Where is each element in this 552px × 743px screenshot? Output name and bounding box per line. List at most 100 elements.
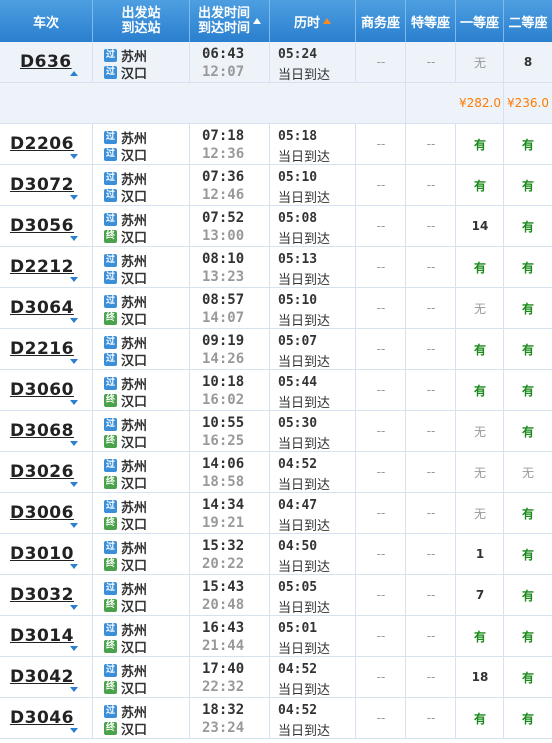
- table-row[interactable]: D3068 过苏州终汉口 10:55 16:25 05:30 当日到达 -- -- 无有: [0, 411, 552, 452]
- expand-icon[interactable]: [70, 687, 78, 692]
- expand-icon[interactable]: [70, 605, 78, 610]
- train-number-link[interactable]: D3006: [10, 503, 74, 523]
- header-duration-sort[interactable]: 历时: [270, 0, 356, 42]
- seat-second[interactable]: 有: [504, 698, 552, 738]
- seat-first[interactable]: 1: [456, 534, 504, 574]
- price-first: ¥282.0: [459, 96, 501, 110]
- train-number-link[interactable]: D3010: [10, 544, 74, 564]
- seat-second[interactable]: 有: [504, 329, 552, 369]
- seat-first[interactable]: 7: [456, 575, 504, 615]
- departure-time: 16:43: [202, 620, 245, 636]
- seat-second[interactable]: 有: [504, 206, 552, 246]
- seat-second[interactable]: 有: [504, 616, 552, 656]
- seat-second[interactable]: 有: [504, 124, 552, 164]
- table-row[interactable]: D3032 过苏州终汉口 15:43 20:48 05:05 当日到达 -- -- 7 有: [0, 575, 552, 616]
- expand-icon[interactable]: [70, 482, 78, 487]
- expand-icon[interactable]: [70, 523, 78, 528]
- table-row[interactable]: D3042 过苏州终汉口 17:40 22:32 04:52 当日到达 -- -- 18 有: [0, 657, 552, 698]
- table-row[interactable]: D3010 过苏州终汉口 15:32 20:22 04:50 当日到达 -- -- 1 有: [0, 534, 552, 575]
- expand-icon[interactable]: [70, 359, 78, 364]
- arrival-time: 19:21: [202, 515, 245, 531]
- expand-icon[interactable]: [70, 195, 78, 200]
- header-second: 二等座: [504, 0, 552, 42]
- seat-second[interactable]: 有: [504, 575, 552, 615]
- to-station: 终汉口: [104, 391, 147, 410]
- duration: 05:30: [278, 416, 318, 431]
- table-row[interactable]: D3072 过苏州过汉口 07:36 12:46 05:10 当日到达 -- -- 有有: [0, 165, 552, 206]
- seat-first: 无: [473, 424, 486, 439]
- table-row[interactable]: D3064 过苏州终汉口 08:57 14:07 05:10 当日到达 -- -- 无有: [0, 288, 552, 329]
- seat-second[interactable]: 有: [504, 534, 552, 574]
- seat-first[interactable]: 有: [456, 124, 504, 164]
- seat-second[interactable]: 有: [504, 411, 552, 451]
- train-number-link[interactable]: D3042: [10, 667, 74, 687]
- table-row[interactable]: D3026 过苏州终汉口 14:06 18:58 04:52 当日到达 -- -- 无无: [0, 452, 552, 493]
- train-number-link[interactable]: D3014: [10, 626, 74, 646]
- to-station-name: 汉口: [121, 313, 148, 328]
- arrive-note: 当日到达: [278, 519, 331, 534]
- header-time-sort[interactable]: 出发时间 到达时间: [190, 0, 270, 42]
- train-number-link[interactable]: D2212: [10, 257, 74, 277]
- departure-time: 14:34: [202, 497, 245, 513]
- expand-icon[interactable]: [70, 318, 78, 323]
- expand-icon[interactable]: [70, 564, 78, 569]
- header-special-label: 特等座: [410, 15, 450, 31]
- duration: 05:18: [278, 129, 318, 144]
- terminal-station-icon: 终: [104, 517, 117, 530]
- expand-icon[interactable]: [70, 154, 78, 159]
- train-number-link[interactable]: D3056: [10, 216, 74, 236]
- train-number-link[interactable]: D636: [20, 52, 72, 72]
- seat-second: 无: [521, 465, 534, 480]
- expand-icon[interactable]: [70, 728, 78, 733]
- seat-first[interactable]: 有: [456, 698, 504, 738]
- seat-first[interactable]: 18: [456, 657, 504, 697]
- table-row[interactable]: D2216 过苏州过汉口 09:19 14:26 05:07 当日到达 -- -- 有有: [0, 329, 552, 370]
- seat-first[interactable]: 有: [456, 370, 504, 410]
- train-number-link[interactable]: D2206: [10, 134, 74, 154]
- seat-second[interactable]: 有: [504, 288, 552, 328]
- table-row[interactable]: D3060 过苏州终汉口 10:18 16:02 05:44 当日到达 -- -- 有有: [0, 370, 552, 411]
- table-row[interactable]: D2212 过苏州过汉口 08:10 13:23 05:13 当日到达 -- -- 有有: [0, 247, 552, 288]
- expand-icon[interactable]: [70, 646, 78, 651]
- pass-station-icon: 过: [104, 353, 117, 366]
- seat-first[interactable]: 14: [456, 206, 504, 246]
- train-number-link[interactable]: D3064: [10, 298, 74, 318]
- seat-business: --: [376, 301, 386, 315]
- header-business-label: 商务座: [360, 15, 400, 31]
- train-number-link[interactable]: D3046: [10, 708, 74, 728]
- train-number-link[interactable]: D3072: [10, 175, 74, 195]
- collapse-icon[interactable]: [70, 71, 78, 76]
- table-row[interactable]: D3014 过苏州终汉口 16:43 21:44 05:01 当日到达 -- -- 有有: [0, 616, 552, 657]
- seat-second[interactable]: 8: [504, 42, 552, 82]
- arrive-note: 当日到达: [278, 273, 331, 288]
- seat-first[interactable]: 有: [456, 616, 504, 656]
- seat-second[interactable]: 有: [504, 165, 552, 205]
- seat-second[interactable]: 有: [504, 657, 552, 697]
- train-number-link[interactable]: D2216: [10, 339, 74, 359]
- terminal-station-icon: 终: [104, 230, 117, 243]
- train-number-link[interactable]: D3060: [10, 380, 74, 400]
- seat-first[interactable]: 有: [456, 247, 504, 287]
- expand-icon[interactable]: [70, 236, 78, 241]
- train-number-link[interactable]: D3032: [10, 585, 74, 605]
- seat-second[interactable]: 有: [504, 370, 552, 410]
- arrive-note: 当日到达: [278, 601, 331, 616]
- duration: 05:44: [278, 375, 318, 390]
- seat-business: --: [376, 465, 386, 479]
- seat-second[interactable]: 有: [504, 247, 552, 287]
- seat-first[interactable]: 有: [456, 329, 504, 369]
- table-row[interactable]: D3006 过苏州终汉口 14:34 19:21 04:47 当日到达 -- -- 无有: [0, 493, 552, 534]
- expand-icon[interactable]: [70, 400, 78, 405]
- table-row[interactable]: D3056 过苏州终汉口 07:52 13:00 05:08 当日到达 -- -- 14 有: [0, 206, 552, 247]
- seat-first[interactable]: 有: [456, 165, 504, 205]
- table-row[interactable]: D3046 过苏州终汉口 18:32 23:24 04:52 当日到达 -- -- 有有: [0, 698, 552, 739]
- table-row[interactable]: D636 过苏州过汉口 06:43 12:07 05:24 当日到达 -- -- 无 8: [0, 42, 552, 83]
- seat-second[interactable]: 有: [504, 493, 552, 533]
- to-station-name: 汉口: [121, 641, 148, 656]
- train-number-link[interactable]: D3068: [10, 421, 74, 441]
- expand-icon[interactable]: [70, 441, 78, 446]
- table-row[interactable]: D2206 过苏州过汉口 07:18 12:36 05:18 当日到达 -- -- 有有: [0, 124, 552, 165]
- expand-icon[interactable]: [70, 277, 78, 282]
- train-number-link[interactable]: D3026: [10, 462, 74, 482]
- seat-business: --: [376, 547, 386, 561]
